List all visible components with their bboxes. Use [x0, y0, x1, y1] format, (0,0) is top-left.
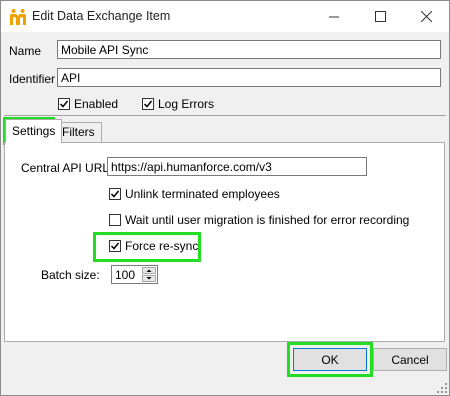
separator: [4, 115, 446, 116]
enabled-label: Enabled: [74, 97, 119, 111]
stepper-buttons: [142, 267, 156, 282]
batch-size-stepper[interactable]: 100: [111, 265, 158, 284]
title-bar[interactable]: Edit Data Exchange Item: [1, 1, 449, 32]
unlink-checkbox-box[interactable]: [109, 188, 121, 200]
force-resync-label: Force re-sync: [125, 239, 199, 253]
wait-label: Wait until user migration is finished fo…: [125, 213, 410, 227]
ok-label: OK: [321, 352, 339, 367]
central-api-url-field[interactable]: https://api.humanforce.com/v3: [107, 157, 367, 176]
identifier-field[interactable]: API: [57, 68, 441, 87]
maximize-button[interactable]: [357, 1, 403, 32]
enabled-checkbox-box[interactable]: [58, 98, 70, 110]
force-resync-checkbox[interactable]: Force re-sync: [109, 239, 198, 253]
checkmark-icon: [59, 100, 69, 108]
force-resync-checkbox-box[interactable]: [109, 240, 121, 252]
checkmark-icon: [110, 242, 120, 250]
enabled-checkbox[interactable]: Enabled: [58, 97, 118, 111]
cancel-button[interactable]: Cancel: [373, 348, 447, 371]
close-button[interactable]: [403, 1, 449, 32]
batch-size-label: Batch size:: [41, 268, 100, 282]
name-field[interactable]: Mobile API Sync: [57, 40, 441, 59]
identifier-label: Identifier: [9, 72, 56, 86]
dialog-window: Edit Data Exchange Item Name Mobile API …: [0, 0, 450, 396]
log-errors-label: Log Errors: [158, 97, 215, 111]
stepper-up-button[interactable]: [142, 267, 156, 274]
minimize-button[interactable]: [311, 1, 357, 32]
cancel-label: Cancel: [391, 352, 429, 367]
tab-settings[interactable]: Settings: [5, 119, 63, 143]
minimize-icon: [328, 16, 339, 18]
unlink-label: Unlink terminated employees: [125, 187, 280, 201]
window-title: Edit Data Exchange Item: [32, 9, 171, 23]
close-icon: [420, 11, 432, 22]
maximize-icon: [374, 11, 386, 22]
unlink-terminated-checkbox[interactable]: Unlink terminated employees: [109, 187, 280, 201]
log-errors-checkbox[interactable]: Log Errors: [142, 97, 214, 111]
central-api-url-label: Central API URL:: [21, 161, 113, 175]
ok-button[interactable]: OK: [293, 348, 367, 371]
wait-checkbox-box[interactable]: [109, 214, 121, 226]
chevron-up-icon: [146, 269, 152, 272]
checkmark-icon: [110, 190, 120, 198]
stepper-down-button[interactable]: [142, 275, 156, 282]
resize-grip-icon[interactable]: [437, 383, 447, 393]
wait-user-migration-checkbox[interactable]: Wait until user migration is finished fo…: [109, 213, 409, 227]
batch-size-value[interactable]: 100: [115, 268, 135, 282]
app-logo-icon: [10, 9, 26, 25]
chevron-down-icon: [146, 277, 152, 280]
log-errors-checkbox-box[interactable]: [142, 98, 154, 110]
name-label: Name: [9, 44, 42, 58]
checkmark-icon: [143, 100, 153, 108]
